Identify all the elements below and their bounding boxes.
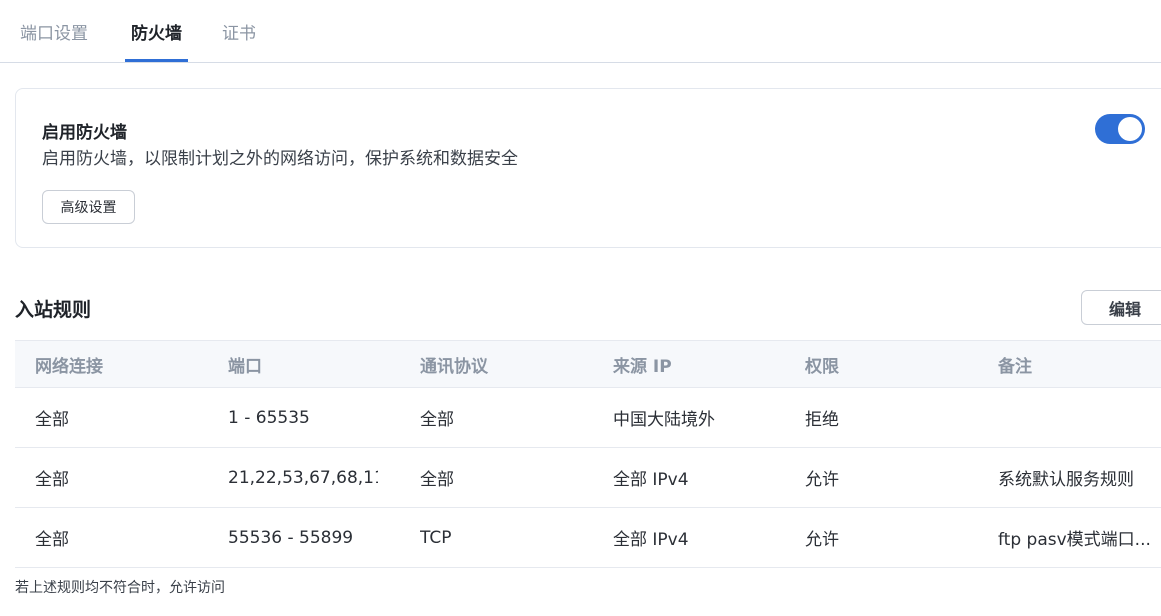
- table-header: 网络连接 端口 通讯协议 来源 IP 权限 备注: [15, 340, 1161, 388]
- cell-source-ip: 全部 IPv4: [613, 530, 689, 550]
- cell-source-ip: 全部 IPv4: [613, 470, 689, 490]
- default-rule-note: 若上述规则均不符合时，允许访问: [15, 580, 225, 596]
- table-row: 全部 55536 - 55899 TCP 全部 IPv4 允许 ftp pasv…: [15, 508, 1161, 568]
- settings-tabs: 端口设置 防火墙 证书: [0, 0, 1161, 63]
- cell-protocol: TCP: [420, 527, 452, 548]
- column-header-protocol: 通讯协议: [420, 356, 488, 377]
- cell-remark: [998, 388, 1161, 447]
- advanced-settings-button[interactable]: 高级设置: [42, 190, 135, 224]
- firewall-enable-toggle[interactable]: [1095, 114, 1145, 144]
- cell-remark: ftp pasv模式端口...: [998, 530, 1151, 550]
- cell-permission: 允许: [805, 530, 839, 550]
- tab-port-settings[interactable]: 端口设置: [20, 19, 88, 44]
- table-row: 全部 21,22,53,67,68,11... 全部 全部 IPv4 允许 系统…: [15, 448, 1161, 508]
- cell-remark: 系统默认服务规则: [998, 470, 1134, 490]
- cell-permission: 拒绝: [805, 410, 839, 430]
- cell-protocol: 全部: [420, 410, 454, 430]
- firewall-enable-card: 启用防火墙 启用防火墙，以限制计划之外的网络访问，保护系统和数据安全 高级设置: [15, 88, 1161, 248]
- firewall-enable-description: 启用防火墙，以限制计划之外的网络访问，保护系统和数据安全: [42, 149, 518, 169]
- tab-firewall[interactable]: 防火墙: [131, 19, 182, 44]
- column-header-source-ip: 来源 IP: [613, 356, 672, 377]
- firewall-enable-title: 启用防火墙: [42, 123, 127, 143]
- cell-protocol: 全部: [420, 470, 454, 490]
- column-header-network: 网络连接: [35, 356, 103, 377]
- cell-permission: 允许: [805, 470, 839, 490]
- table-row: 全部 1 - 65535 全部 中国大陆境外 拒绝: [15, 388, 1161, 448]
- cell-port: 55536 - 55899: [228, 527, 354, 548]
- inbound-rules-title: 入站规则: [15, 299, 92, 321]
- cell-network: 全部: [35, 410, 69, 430]
- column-header-remark: 备注: [998, 356, 1032, 377]
- active-tab-indicator: [125, 59, 188, 62]
- firewall-settings-page: 端口设置 防火墙 证书 启用防火墙 启用防火墙，以限制计划之外的网络访问，保护系…: [0, 0, 1161, 616]
- cell-network: 全部: [35, 530, 69, 550]
- inbound-rules-table: 网络连接 端口 通讯协议 来源 IP 权限 备注 全部 1 - 65535 全部…: [15, 340, 1161, 568]
- toggle-knob: [1118, 117, 1142, 141]
- column-header-permission: 权限: [805, 356, 839, 377]
- cell-port: 1 - 65535: [228, 407, 310, 428]
- column-header-port: 端口: [228, 356, 262, 377]
- cell-port: 21,22,53,67,68,11...: [228, 467, 378, 488]
- tab-certificate[interactable]: 证书: [222, 19, 256, 44]
- cell-network: 全部: [35, 470, 69, 490]
- edit-rules-button[interactable]: 编辑: [1081, 290, 1161, 325]
- cell-source-ip: 中国大陆境外: [613, 410, 715, 430]
